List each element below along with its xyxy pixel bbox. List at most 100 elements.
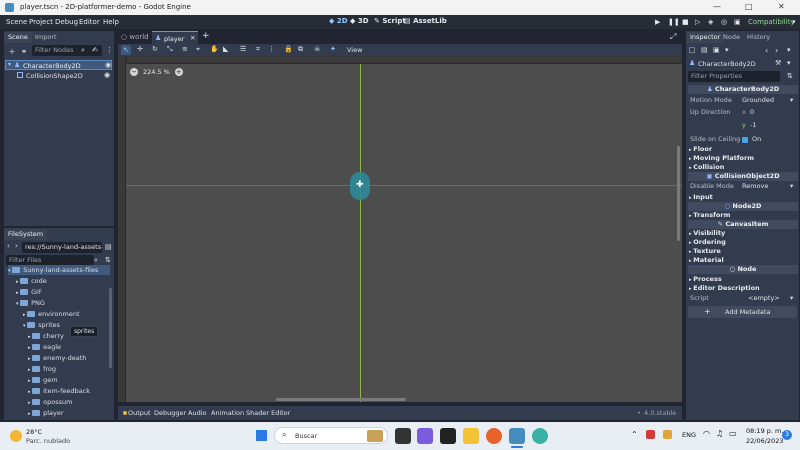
vertical-scrollbar[interactable]	[677, 146, 680, 241]
snap-icon[interactable]: ☰	[240, 45, 246, 53]
scene-menu-icon[interactable]: ⋮	[106, 46, 113, 54]
pan-tool-icon[interactable]: ✋	[210, 45, 219, 53]
back-arrow-icon[interactable]: ‹	[7, 242, 10, 250]
prop-up-direction[interactable]: Up Direction x 0	[686, 108, 799, 117]
minimize-icon[interactable]: —	[713, 2, 721, 11]
new-resource-icon[interactable]: □	[689, 46, 696, 54]
sort-icon[interactable]: ⇅	[105, 256, 111, 264]
tab-history[interactable]: History	[743, 32, 774, 43]
section-editor-description[interactable]: ▸ Editor Description	[689, 284, 760, 293]
group-icon[interactable]: ⧉	[298, 45, 303, 54]
workspace-script-button[interactable]: ✎ Script	[374, 17, 406, 25]
menu-scene[interactable]: Scene	[6, 18, 27, 26]
play-icon[interactable]: ▶	[655, 18, 660, 26]
tray-app-icon[interactable]	[646, 430, 655, 439]
renderer-button[interactable]: Compatibility	[748, 18, 795, 26]
play-scene-icon[interactable]: ▷	[695, 18, 700, 26]
section-ordering[interactable]: ▸ Ordering	[689, 238, 726, 247]
view-menu[interactable]: View	[347, 46, 362, 54]
battery-icon[interactable]: ▭	[729, 429, 737, 438]
section-process[interactable]: ▸ Process	[689, 275, 722, 284]
split-view-icon[interactable]: ▤	[105, 243, 112, 251]
object-params-icon[interactable]: ⚒	[775, 59, 781, 67]
path-input[interactable]: res://Sunny-land-assets-file	[22, 242, 102, 253]
tab-output[interactable]: Output	[128, 409, 151, 417]
language-indicator[interactable]: ENG	[682, 431, 696, 439]
volume-icon[interactable]: ♫	[716, 429, 723, 438]
clock-date[interactable]: 22/06/2023	[746, 437, 783, 445]
wifi-icon[interactable]: ◠	[703, 429, 710, 438]
up-direction-y-input[interactable]: -1	[750, 121, 756, 130]
instance-scene-icon[interactable]: ⚭	[18, 45, 30, 57]
horizontal-scrollbar[interactable]	[276, 398, 406, 401]
maximize-icon[interactable]: □	[745, 2, 753, 11]
object-selector[interactable]: ♟ CharacterBody2D ⚒ ▾	[688, 58, 797, 69]
prop-script[interactable]: Script <empty> ▾	[686, 294, 799, 303]
workspace-3d-button[interactable]: ◆ 3D	[350, 17, 369, 25]
pause-icon[interactable]: ❚❚	[668, 18, 680, 26]
forward-arrow-icon[interactable]: ›	[15, 242, 18, 250]
script-value[interactable]: <empty>	[748, 294, 780, 303]
add-scene-tab-icon[interactable]: +	[202, 31, 210, 41]
fs-item-cherry[interactable]: ▸ cherry	[28, 331, 64, 341]
tree-item-collisionshape2d[interactable]: CollisionShape2D ◉	[5, 71, 112, 81]
filter-properties-input[interactable]: Filter Properties	[688, 71, 780, 82]
property-settings-icon[interactable]: ⇅	[787, 72, 793, 80]
bones-icon[interactable]: ✦	[330, 45, 336, 53]
add-metadata-button[interactable]: + Add Metadata	[688, 306, 797, 318]
ruler-tool-icon[interactable]: ◣	[223, 45, 228, 53]
fs-item-sprites[interactable]: ▾ sprites	[23, 320, 60, 330]
section-material[interactable]: ▸ Material	[689, 256, 724, 265]
section-texture[interactable]: ▸ Texture	[689, 247, 721, 256]
tab-import[interactable]: Import	[31, 32, 61, 43]
renderer-dropdown-icon[interactable]: ▾	[792, 18, 796, 26]
tab-debugger[interactable]: Debugger	[154, 409, 186, 417]
section-moving-platform[interactable]: ▸ Moving Platform	[689, 154, 754, 163]
remote-debug-icon[interactable]: ▣	[734, 18, 741, 26]
task-view-icon[interactable]	[395, 428, 411, 444]
browser-icon[interactable]	[532, 428, 548, 444]
disable-mode-select[interactable]: Remove	[742, 182, 768, 191]
prop-disable-mode[interactable]: Disable Mode Remove ▾	[686, 182, 799, 191]
save-resource-icon[interactable]: ▣	[713, 46, 720, 54]
lock-icon[interactable]: 🔒	[284, 45, 293, 53]
tab-scene[interactable]: Scene	[4, 32, 32, 43]
select-list-icon[interactable]: ≡	[182, 45, 188, 53]
close-tab-icon[interactable]: ✕	[190, 34, 195, 42]
notification-badge[interactable]: 3	[782, 430, 792, 440]
scene-tab-player[interactable]: ♟ player ✕	[152, 31, 198, 44]
windows-start-icon[interactable]	[256, 430, 267, 441]
fs-scrollbar[interactable]	[109, 288, 112, 368]
script-icon[interactable]: ✍	[92, 46, 98, 54]
fs-item-gem[interactable]: ▸ gem	[28, 375, 58, 385]
collapse-arrow-icon[interactable]: ▾	[8, 61, 11, 68]
slide-checkbox[interactable]	[742, 137, 748, 143]
object-menu-icon[interactable]: ▾	[787, 59, 791, 67]
history-back-icon[interactable]: ‹	[765, 46, 768, 55]
scale-tool-icon[interactable]: ⤡	[167, 45, 173, 54]
close-icon[interactable]: ✕	[778, 2, 785, 11]
fs-item-environment[interactable]: ▸ environment	[23, 309, 80, 319]
section-transform[interactable]: ▸ Transform	[689, 211, 730, 220]
zoom-in-icon[interactable]: +	[174, 68, 183, 76]
section-input[interactable]: ▸ Input	[689, 193, 713, 202]
prop-slide-on-ceiling[interactable]: Slide on Ceiling On	[686, 135, 799, 144]
visibility-eye-icon[interactable]: ◉	[104, 71, 110, 79]
fs-item-png[interactable]: ▾ PNG	[16, 298, 45, 308]
pivot-tool-icon[interactable]: ⌖	[196, 45, 200, 54]
tray-app-icon[interactable]	[663, 430, 672, 439]
add-node-icon[interactable]: +	[6, 45, 18, 57]
section-floor[interactable]: ▸ Floor	[689, 145, 712, 154]
menu-project[interactable]: Project	[29, 18, 53, 26]
fs-item-eagle[interactable]: ▸ eagle	[28, 342, 61, 352]
section-collision[interactable]: ▸ Collision	[689, 163, 724, 172]
open-resource-icon[interactable]: ▤	[701, 46, 708, 54]
history-menu-icon[interactable]: ▾	[787, 46, 791, 54]
menu-debug[interactable]: Debug	[55, 18, 78, 26]
fs-item-enemy-death[interactable]: ▸ enemy-death	[28, 353, 86, 363]
file-explorer-icon[interactable]	[463, 428, 479, 444]
firefox-icon[interactable]	[486, 428, 502, 444]
tab-node[interactable]: Node	[719, 32, 744, 43]
taskbar-search-box[interactable]: ⌕ Buscar	[274, 427, 388, 444]
fs-item-opossum[interactable]: ▸ opossum	[28, 397, 72, 407]
